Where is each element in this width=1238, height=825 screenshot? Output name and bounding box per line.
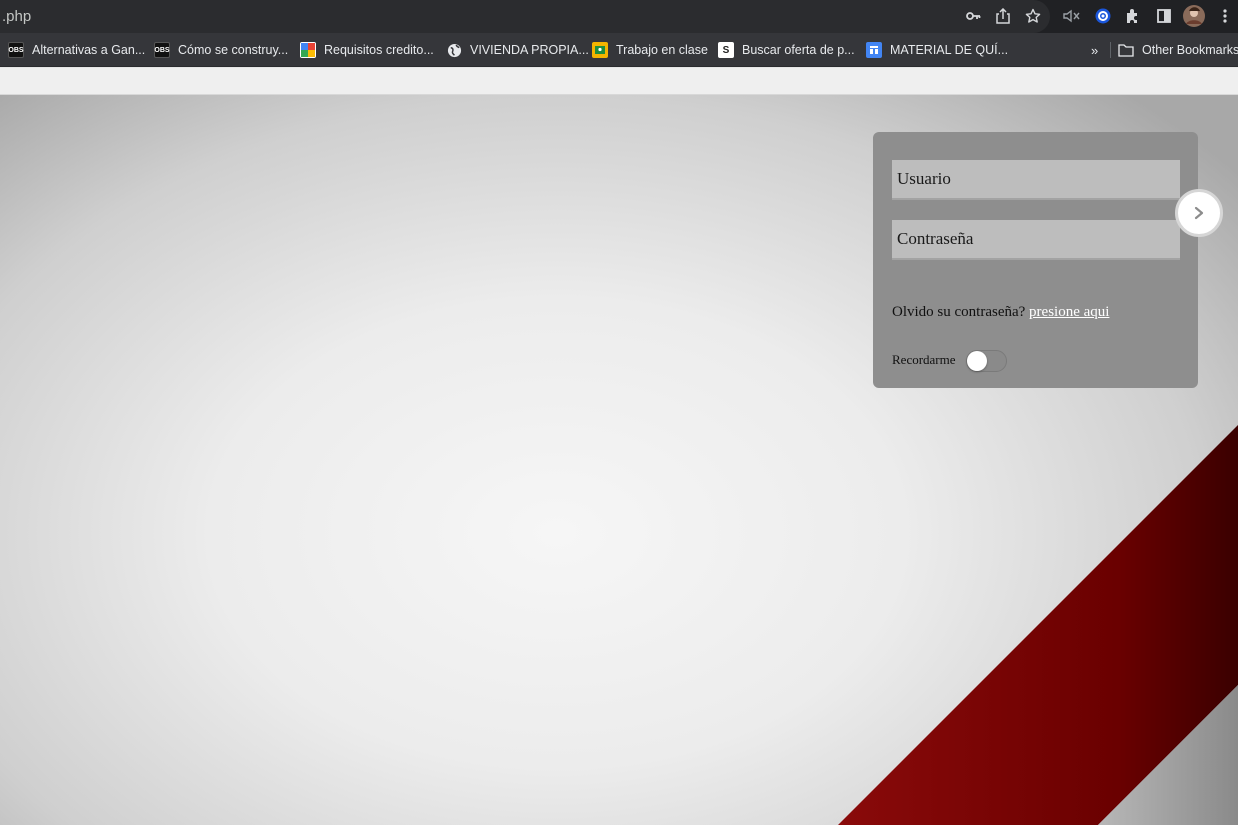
page-top-bar [0,68,1238,95]
bookmark-item[interactable]: OBS Alternativas a Gan... [8,41,145,59]
bookmark-label: Requisitos credito... [324,43,434,57]
obs-icon: OBS [8,42,24,58]
bookmark-item[interactable]: Trabajo en clase [592,41,708,59]
other-bookmarks-label: Other Bookmarks [1142,43,1238,57]
bookmark-label: Buscar oferta de p... [742,43,855,57]
extension-blue-icon[interactable] [1092,5,1114,27]
bookmark-item[interactable]: Requisitos credito... [300,41,434,59]
classroom-icon [592,42,608,58]
key-icon[interactable] [962,5,984,27]
login-panel: Olvido su contraseña? presione aqui Reco… [873,132,1198,388]
bookmarks-divider [1110,42,1111,58]
bookmark-item[interactable]: S Buscar oferta de p... [718,41,855,59]
bookmark-label: Trabajo en clase [616,43,708,57]
toggle-knob[interactable] [967,351,987,371]
username-input[interactable] [892,160,1180,200]
more-bookmarks-label: » [1091,42,1099,58]
bookmark-item[interactable]: OBS Cómo se construy... [154,41,288,59]
side-panel-icon[interactable] [1153,5,1175,27]
folder-icon [1118,42,1134,58]
remember-me-toggle[interactable] [966,350,1007,372]
other-bookmarks[interactable]: Other Bookmarks [1118,41,1238,59]
chevron-right-icon [1194,206,1204,220]
menu-icon[interactable] [1214,5,1236,27]
avatar[interactable] [1183,5,1205,27]
remember-me-label: Recordarme [892,352,956,367]
bookmark-label: VIVIENDA PROPIA... [470,43,589,57]
bookmark-label: Cómo se construy... [178,43,289,57]
sp-icon: S [718,42,734,58]
bookmark-item[interactable]: VIVIENDA PROPIA... [446,41,589,59]
forgot-password-row: Olvido su contraseña? presione aqui [892,304,1109,321]
puzzle-icon[interactable] [1122,5,1144,27]
star-icon[interactable] [1022,5,1044,27]
share-icon[interactable] [992,5,1014,27]
password-input[interactable] [892,220,1180,260]
doc-icon [866,42,882,58]
forgot-password-text: Olvido su contraseña? [892,304,1026,320]
bookmarks-bar: OBS Alternativas a Gan... OBS Cómo se co… [0,33,1238,67]
browser-toolbar: .php [0,0,1238,33]
more-bookmarks-button[interactable]: » [1091,41,1098,59]
globe-icon [446,42,462,58]
bookmark-label: MATERIAL DE QUÍ... [890,43,1009,57]
obs-icon: OBS [154,42,170,58]
google-icon [300,42,316,58]
bookmark-label: Alternativas a Gan... [32,43,146,57]
address-bar[interactable]: .php [0,0,1050,33]
bookmark-item[interactable]: MATERIAL DE QUÍ... [866,41,1008,59]
login-page: Olvido su contraseña? presione aqui Reco… [0,95,1238,825]
submit-login-button[interactable] [1175,189,1223,237]
mute-icon[interactable] [1061,5,1083,27]
url-text[interactable]: .php [2,8,31,25]
forgot-password-link[interactable]: presione aqui [1029,304,1109,320]
